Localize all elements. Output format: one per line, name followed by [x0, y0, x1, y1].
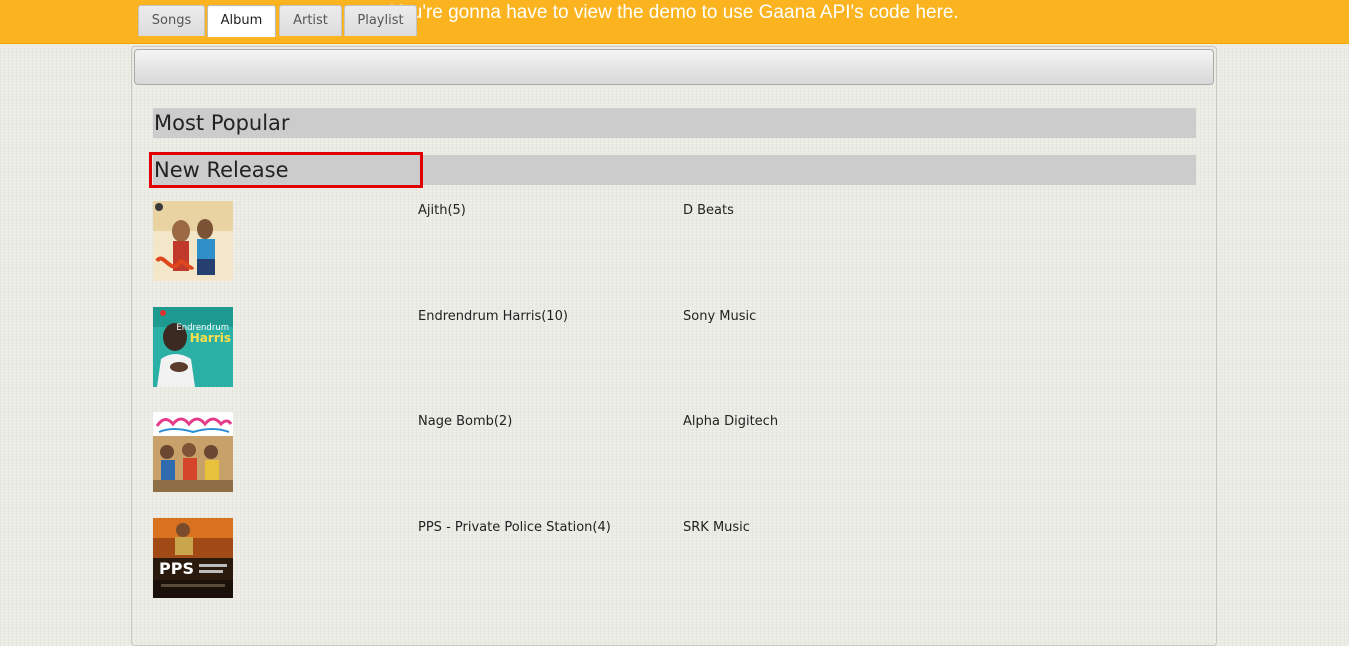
banner-text: You're gonna have to view the demo to us…: [390, 2, 959, 23]
album-cover-art: Endrendrum Harris: [153, 307, 233, 387]
album-cover-art: [153, 412, 233, 492]
tab-playlist[interactable]: Playlist: [344, 5, 417, 36]
album-cover-ajith[interactable]: [153, 201, 233, 281]
tab-album[interactable]: Album: [207, 5, 276, 37]
album-cover-pps[interactable]: PPS: [153, 518, 233, 598]
cover-text-pps: PPS: [159, 559, 194, 578]
tab-artist-label: Artist: [293, 13, 328, 28]
tab-album-label: Album: [220, 13, 263, 28]
album-row: Endrendrum Harris Endrendrum Harris(10) …: [153, 307, 853, 387]
cover-text-harris: Harris: [190, 331, 231, 345]
section-most-popular-title: Most Popular: [154, 111, 290, 135]
album-title[interactable]: PPS - Private Police Station(4): [418, 520, 611, 535]
album-row: PPS PPS - Private Police Station(4) SRK …: [153, 518, 853, 598]
album-title[interactable]: Ajith(5): [418, 203, 466, 218]
album-cover-endrendrum-harris[interactable]: Endrendrum Harris: [153, 307, 233, 387]
tab-songs[interactable]: Songs: [138, 5, 205, 36]
tab-songs-label: Songs: [151, 13, 192, 28]
album-cover-art: [153, 201, 233, 281]
section-most-popular[interactable]: Most Popular: [153, 108, 1196, 138]
album-label: SRK Music: [683, 520, 750, 535]
album-label: Sony Music: [683, 309, 757, 324]
album-row: Nage Bomb(2) Alpha Digitech: [153, 412, 853, 492]
tab-bar: [134, 49, 1214, 85]
album-row: Ajith(5) D Beats: [153, 201, 853, 281]
album-title[interactable]: Endrendrum Harris(10): [418, 309, 568, 324]
album-cover-nage-bomb[interactable]: [153, 412, 233, 492]
selection-highlight-box: [149, 152, 423, 188]
album-title[interactable]: Nage Bomb(2): [418, 414, 512, 429]
tab-artist[interactable]: Artist: [279, 5, 342, 36]
album-label: Alpha Digitech: [683, 414, 779, 429]
tab-playlist-label: Playlist: [357, 13, 404, 28]
album-cover-art: PPS: [153, 518, 233, 598]
album-label: D Beats: [683, 203, 734, 218]
